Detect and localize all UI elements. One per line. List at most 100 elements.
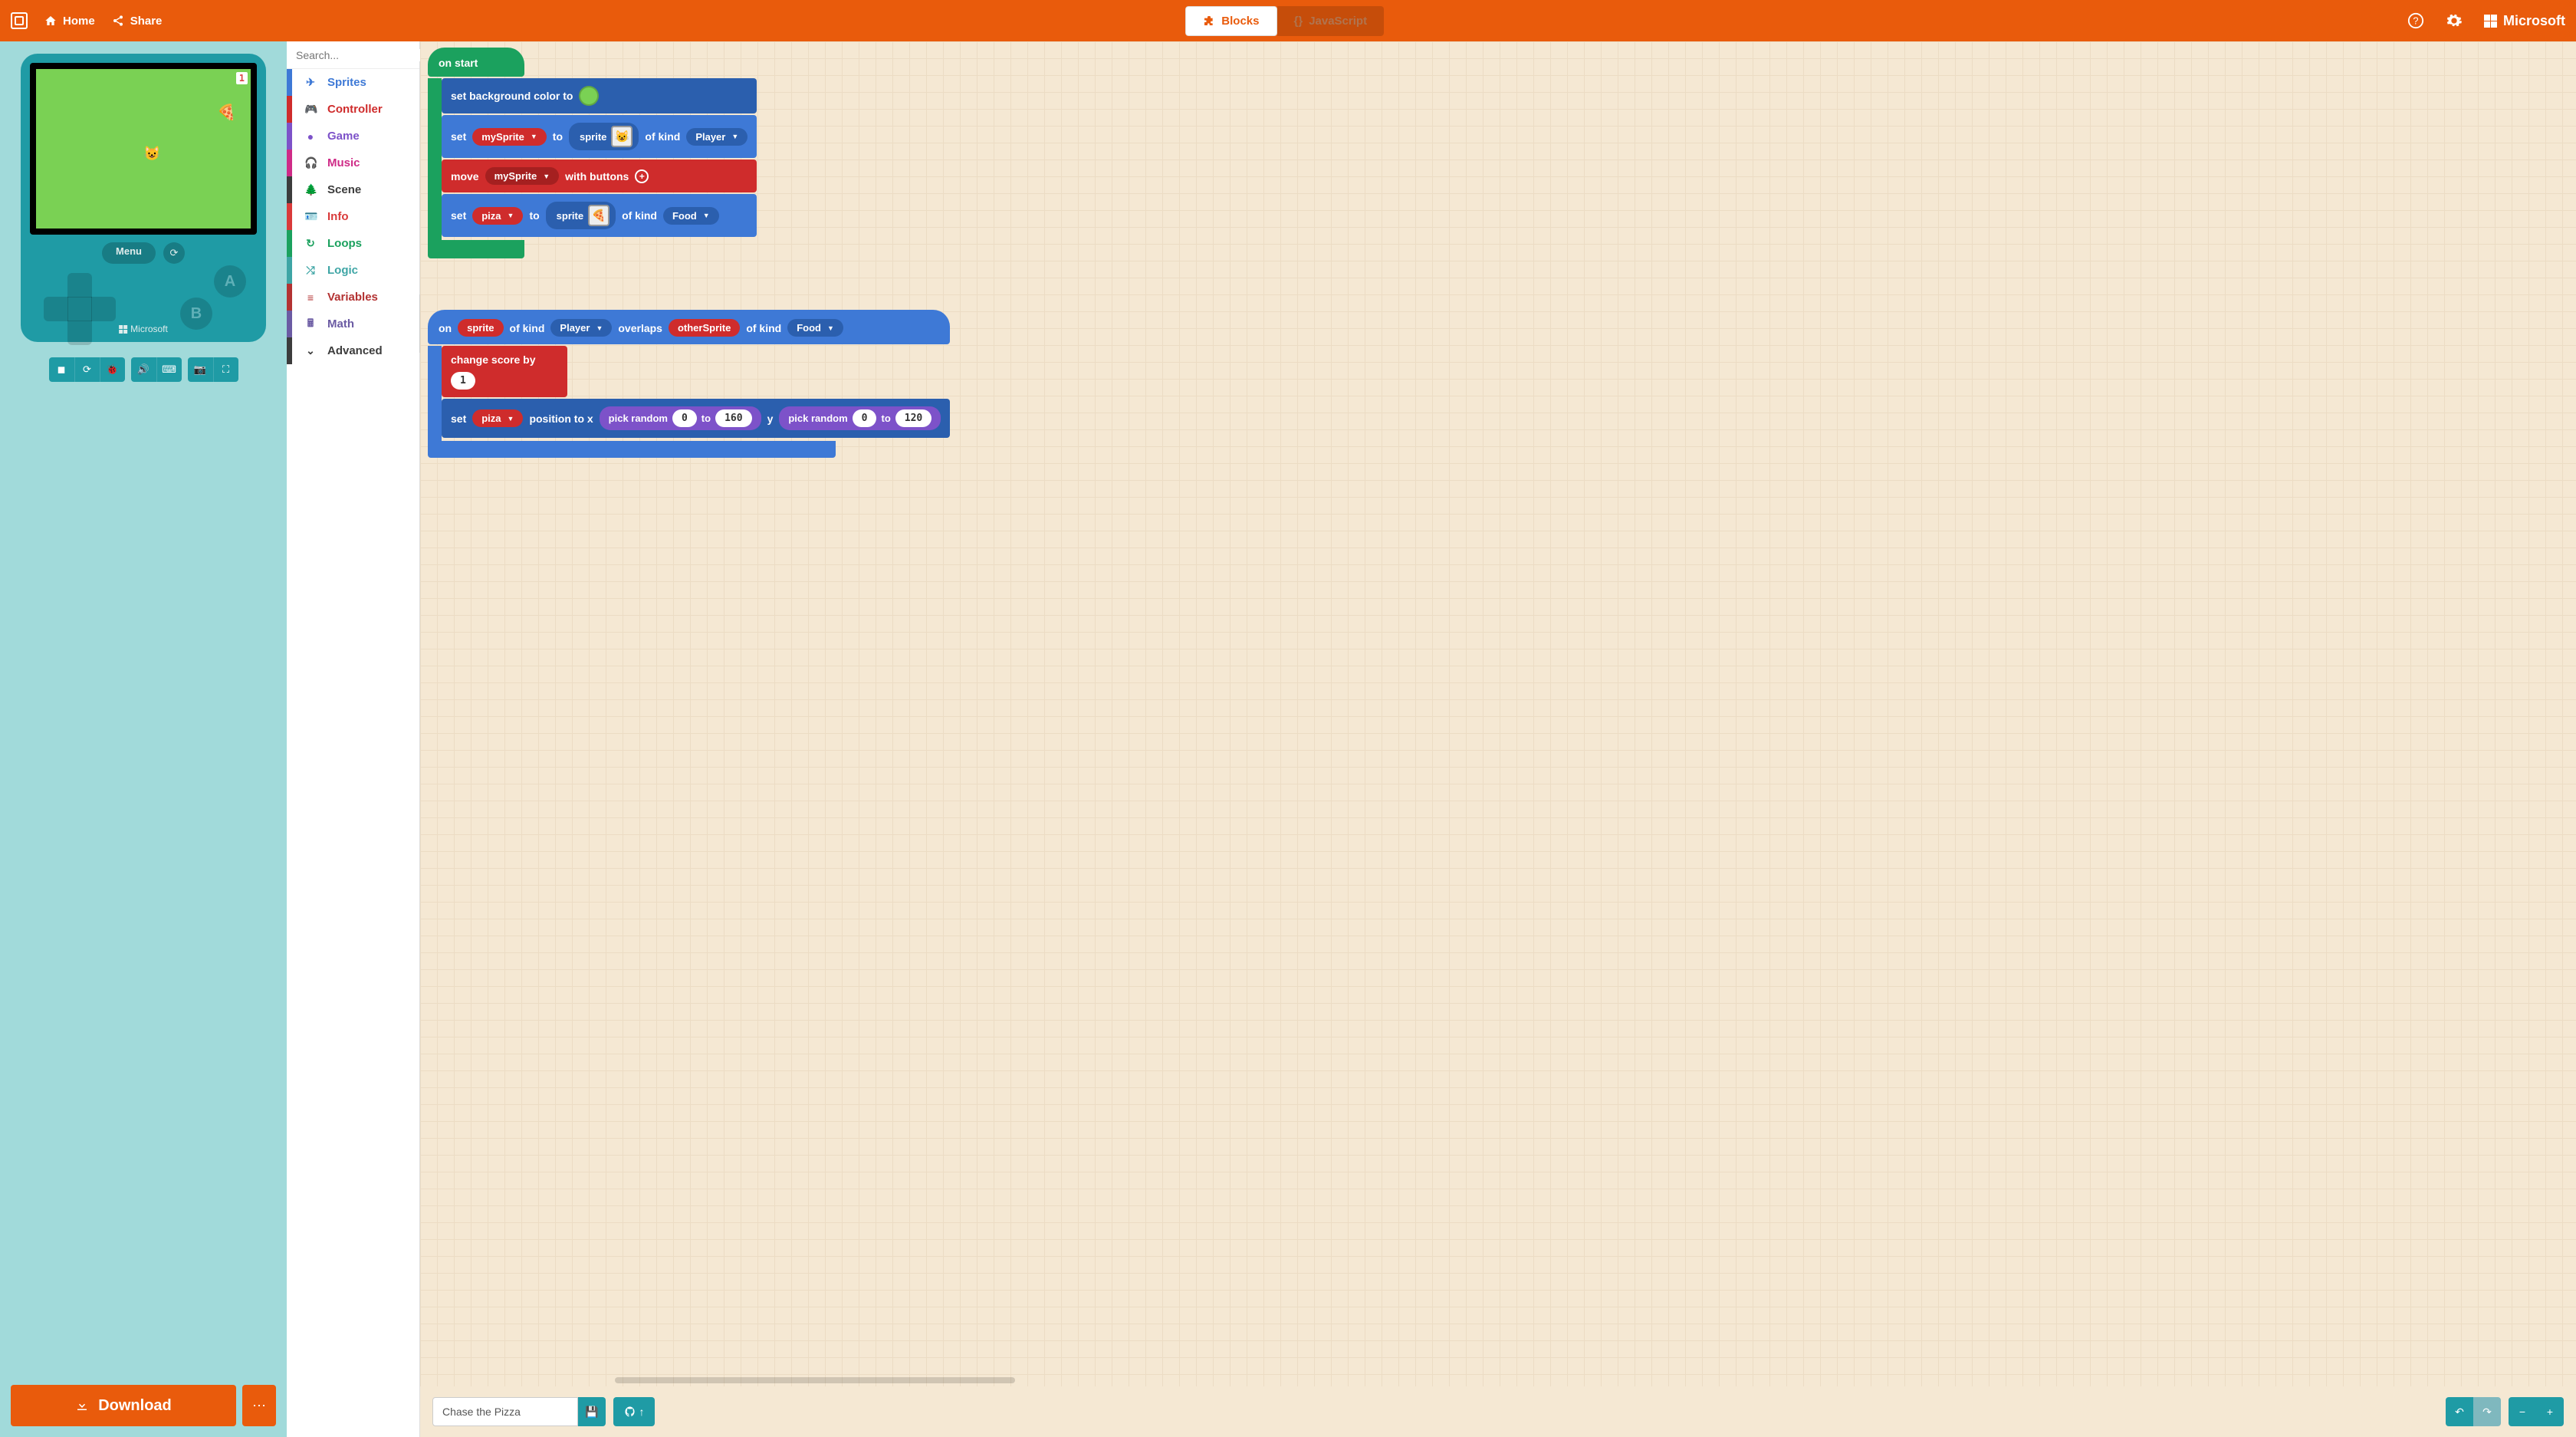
editor-toggle: Blocks {} JavaScript [1185, 6, 1384, 36]
list-icon: ≡ [304, 291, 317, 304]
download-button[interactable]: Download [11, 1385, 236, 1426]
category-game[interactable]: ●Game [287, 123, 419, 150]
sprite-param[interactable]: sprite [458, 319, 503, 337]
category-info[interactable]: 🪪Info [287, 203, 419, 230]
piza-variable[interactable]: piza▼ [472, 207, 523, 225]
home-icon [44, 15, 57, 27]
on-overlap-block[interactable]: on sprite of kind Player▼ overlaps other… [428, 310, 950, 344]
color-picker[interactable] [579, 86, 599, 106]
shuffle-icon: ⤮ [304, 264, 317, 277]
blocks-tab[interactable]: Blocks [1185, 6, 1276, 36]
category-music[interactable]: 🎧Music [287, 150, 419, 176]
project-name-input[interactable] [432, 1397, 578, 1426]
paper-plane-icon: ✈ [304, 76, 317, 89]
debug-button[interactable]: 🐞 [100, 357, 125, 382]
dpad-left[interactable] [44, 297, 68, 321]
random-from-input[interactable]: 0 [672, 409, 697, 427]
headphones-icon: 🎧 [304, 156, 317, 169]
random-to-input[interactable]: 120 [895, 409, 932, 427]
cat-sprite: 😺 [143, 146, 160, 162]
refresh-button[interactable]: ⟳ [74, 357, 100, 382]
kind-dropdown[interactable]: Food▼ [787, 319, 843, 337]
set-mysprite-block[interactable]: set mySprite▼ to sprite 😺 of kind Player… [442, 115, 757, 158]
home-link[interactable]: Home [44, 15, 95, 28]
sprite-constructor[interactable]: sprite 🍕 [546, 202, 616, 229]
move-with-buttons-block[interactable]: move mySprite▼ with buttons + [442, 159, 757, 192]
download-more-button[interactable]: ⋯ [242, 1385, 276, 1426]
category-sprites[interactable]: ✈Sprites [287, 69, 419, 96]
random-to-input[interactable]: 160 [715, 409, 751, 427]
random-from-input[interactable]: 0 [853, 409, 877, 427]
simulator-panel: 1 🍕 😺 Menu ⟳ A B [0, 41, 287, 1437]
redo-button[interactable]: ↷ [2473, 1397, 2501, 1426]
device-brand: Microsoft [119, 324, 168, 334]
dpad-up[interactable] [67, 273, 92, 298]
pizza-sprite: 🍕 [217, 103, 236, 122]
chevron-down-icon: ⌄ [304, 344, 317, 357]
category-variables[interactable]: ≡Variables [287, 284, 419, 311]
loop-icon: ↻ [304, 237, 317, 250]
blocks-tab-label: Blocks [1221, 15, 1259, 28]
mysprite-variable[interactable]: mySprite▼ [472, 128, 547, 146]
simulator-screen[interactable]: 1 🍕 😺 [30, 63, 257, 235]
sprite-image-picker[interactable]: 😺 [611, 126, 632, 147]
help-icon[interactable]: ? [2407, 12, 2424, 29]
javascript-tab[interactable]: {} JavaScript [1277, 6, 1385, 36]
javascript-tab-label: JavaScript [1309, 15, 1367, 28]
microsoft-brand-label: Microsoft [2503, 13, 2565, 29]
undo-button[interactable]: ↶ [2446, 1397, 2473, 1426]
expand-icon[interactable]: + [635, 169, 649, 183]
kind-dropdown[interactable]: Player▼ [686, 128, 748, 146]
gear-icon[interactable] [2446, 12, 2463, 29]
category-advanced[interactable]: ⌄Advanced [287, 337, 419, 364]
home-label: Home [63, 15, 95, 28]
blocks-workspace[interactable]: on start set background color to set myS… [420, 41, 2576, 1437]
kind-dropdown[interactable]: Food▼ [663, 207, 719, 225]
category-scene[interactable]: 🌲Scene [287, 176, 419, 203]
kind-dropdown[interactable]: Player▼ [550, 319, 612, 337]
button-a[interactable]: A [214, 265, 246, 298]
piza-variable[interactable]: piza▼ [472, 409, 523, 427]
set-position-block[interactable]: set piza▼ position to x pick random 0 to… [442, 399, 950, 438]
share-link[interactable]: Share [112, 15, 163, 28]
id-card-icon: 🪪 [304, 210, 317, 223]
pick-random-x[interactable]: pick random 0 to 160 [600, 406, 761, 430]
othersprite-param[interactable]: otherSprite [669, 319, 740, 337]
dpad-right[interactable] [91, 297, 116, 321]
stop-button[interactable]: ◼ [49, 357, 74, 382]
on-start-block[interactable]: on start [428, 48, 524, 77]
screenshot-button[interactable]: 📷 [188, 357, 213, 382]
set-bg-color-block[interactable]: set background color to [442, 78, 757, 113]
circle-icon: ● [304, 130, 317, 143]
zoom-in-button[interactable]: + [2536, 1397, 2564, 1426]
restart-button[interactable]: ⟳ [163, 242, 185, 264]
fullscreen-button[interactable]: ⛶ [213, 357, 238, 382]
category-loops[interactable]: ↻Loops [287, 230, 419, 257]
keyboard-button[interactable]: ⌨ [156, 357, 182, 382]
button-b[interactable]: B [180, 298, 212, 330]
zoom-out-button[interactable]: − [2509, 1397, 2536, 1426]
dpad-down[interactable] [67, 321, 92, 345]
tree-icon: 🌲 [304, 183, 317, 196]
search-input[interactable] [296, 49, 435, 61]
category-logic[interactable]: ⤮Logic [287, 257, 419, 284]
category-controller[interactable]: 🎮Controller [287, 96, 419, 123]
app-logo-icon[interactable] [11, 12, 28, 29]
score-value-input[interactable]: 1 [451, 372, 475, 390]
github-button[interactable]: ↑ [613, 1397, 655, 1426]
sprite-constructor[interactable]: sprite 😺 [569, 123, 639, 150]
workspace-scrollbar[interactable] [615, 1377, 1015, 1383]
mysprite-variable[interactable]: mySprite▼ [485, 167, 560, 185]
category-math[interactable]: 🖩Math [287, 311, 419, 337]
menu-button[interactable]: Menu [102, 242, 156, 264]
save-button[interactable]: 💾 [578, 1397, 606, 1426]
set-piza-block[interactable]: set piza▼ to sprite 🍕 of kind Food▼ [442, 194, 757, 237]
editor-bottom-bar: 💾 ↑ ↶ ↷ − + [420, 1386, 2576, 1437]
change-score-block[interactable]: change score by 1 [442, 346, 567, 397]
sprite-image-picker[interactable]: 🍕 [588, 205, 610, 226]
mute-button[interactable]: 🔊 [131, 357, 156, 382]
download-label: Download [98, 1397, 172, 1415]
microsoft-logo[interactable]: Microsoft [2484, 13, 2565, 29]
app-header: Home Share Blocks {} JavaScript ? Micros… [0, 0, 2576, 41]
pick-random-y[interactable]: pick random 0 to 120 [779, 406, 941, 430]
